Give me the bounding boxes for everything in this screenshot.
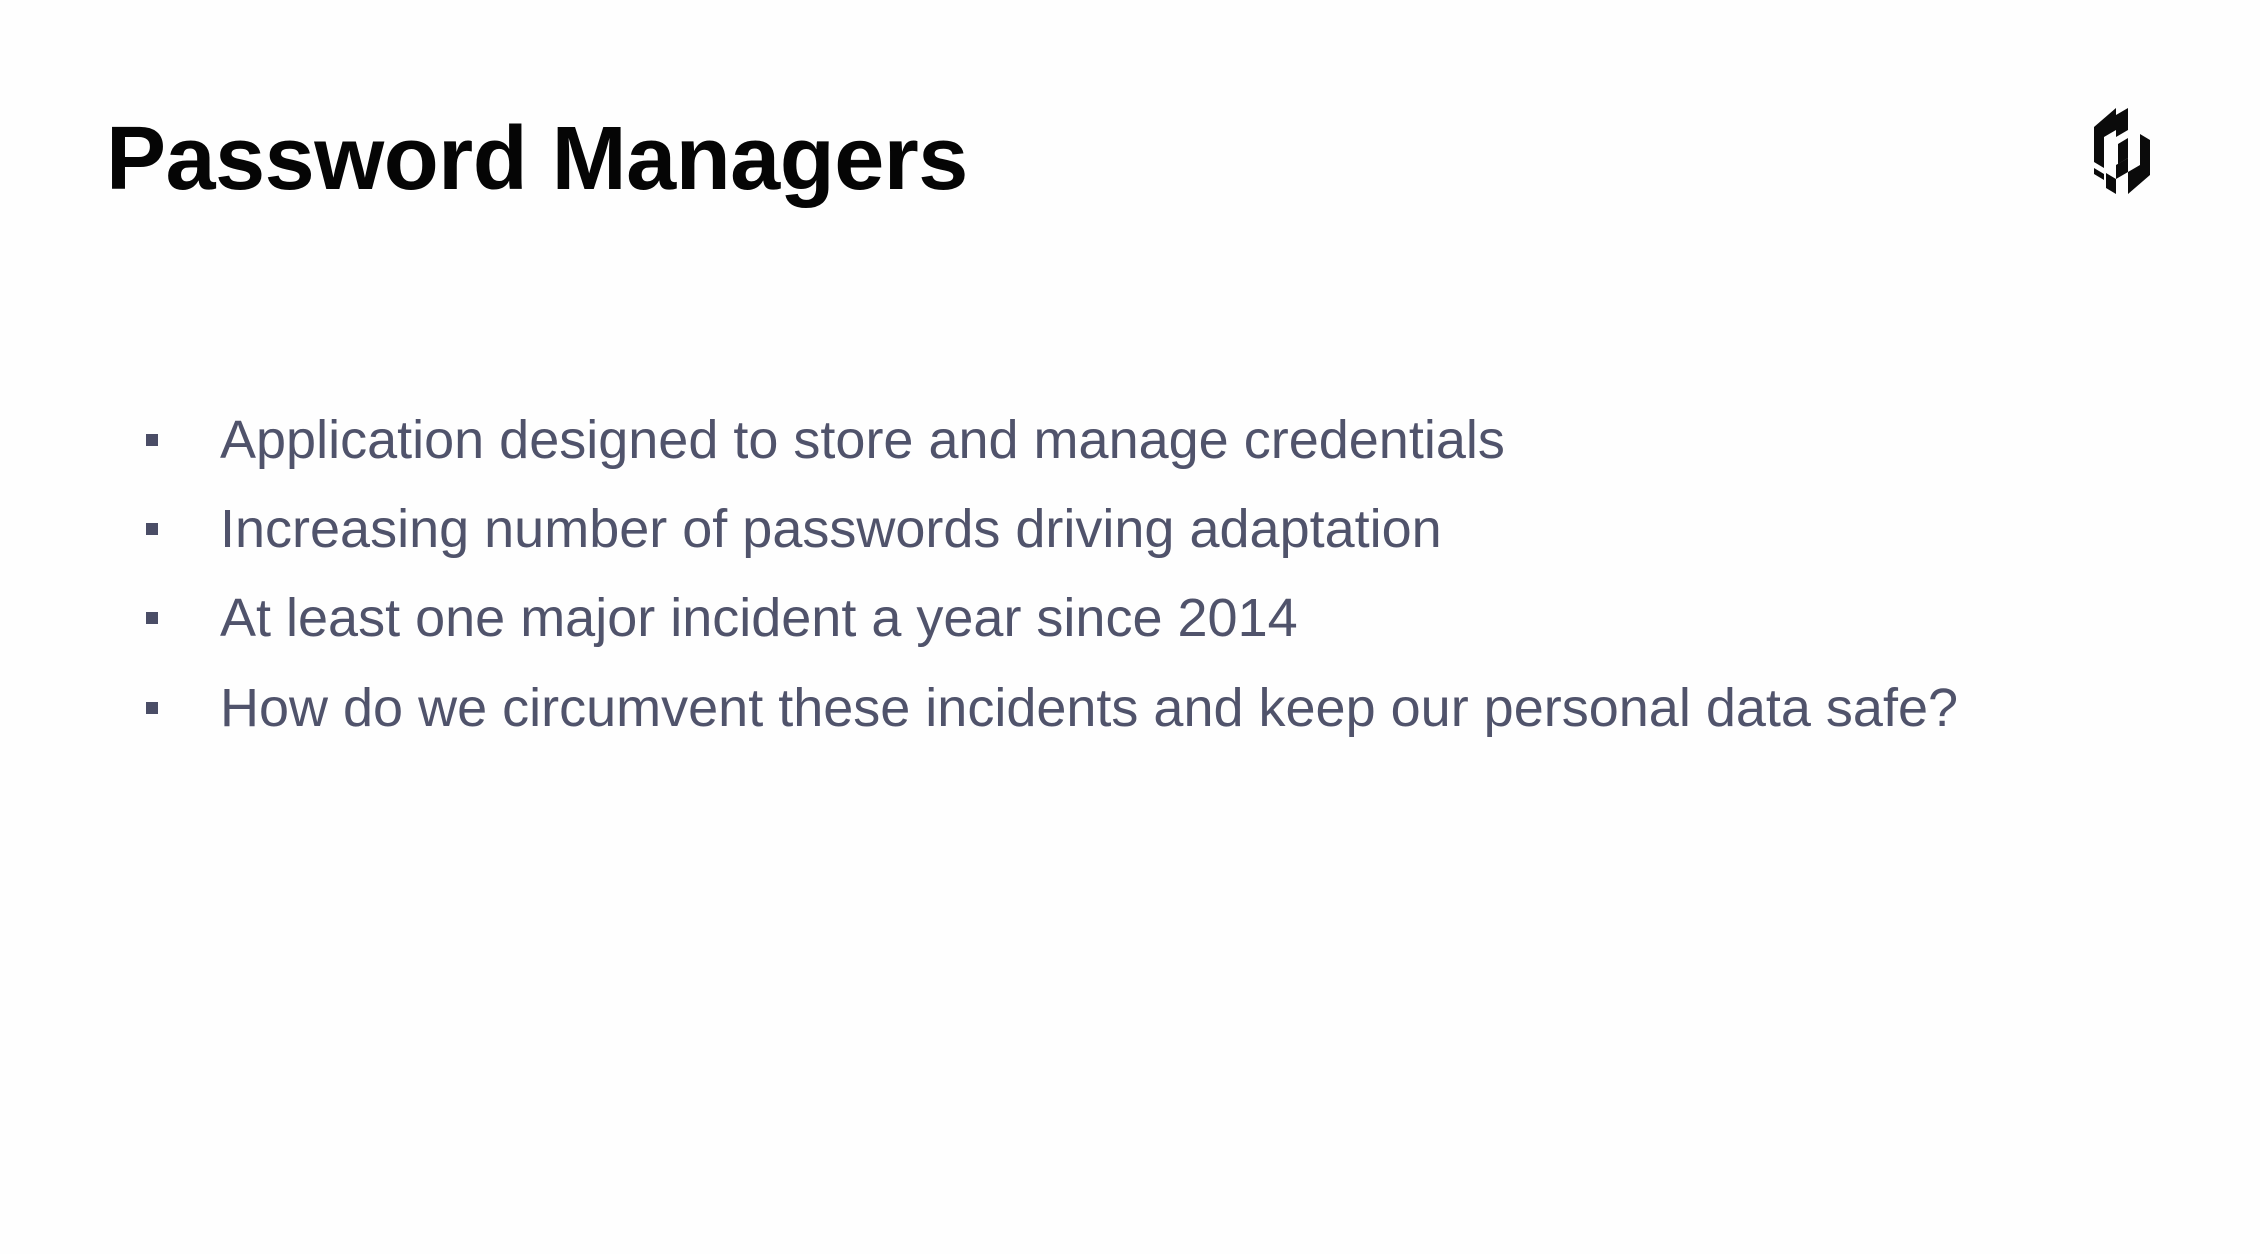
hashicorp-logo-icon [2094,108,2150,194]
bullet-text: At least one major incident a year since… [220,588,1298,648]
bullet-item: At least one major incident a year since… [0,578,2200,658]
bullet-item: Increasing number of passwords driving a… [0,489,2200,569]
bullet-text: How do we circumvent these incidents and… [220,678,1959,738]
slide-title: Password Managers [106,109,968,209]
bullet-item: How do we circumvent these incidents and… [0,668,2200,748]
square-bullet-icon [146,612,158,624]
square-bullet-icon [146,434,158,446]
bullet-item: Application designed to store and manage… [0,400,2200,480]
bullet-text: Application designed to store and manage… [220,410,1505,470]
square-bullet-icon [146,702,158,714]
bullet-text: Increasing number of passwords driving a… [220,499,1442,559]
square-bullet-icon [146,523,158,535]
slide: Password Managers Application designed t… [0,0,2260,1254]
